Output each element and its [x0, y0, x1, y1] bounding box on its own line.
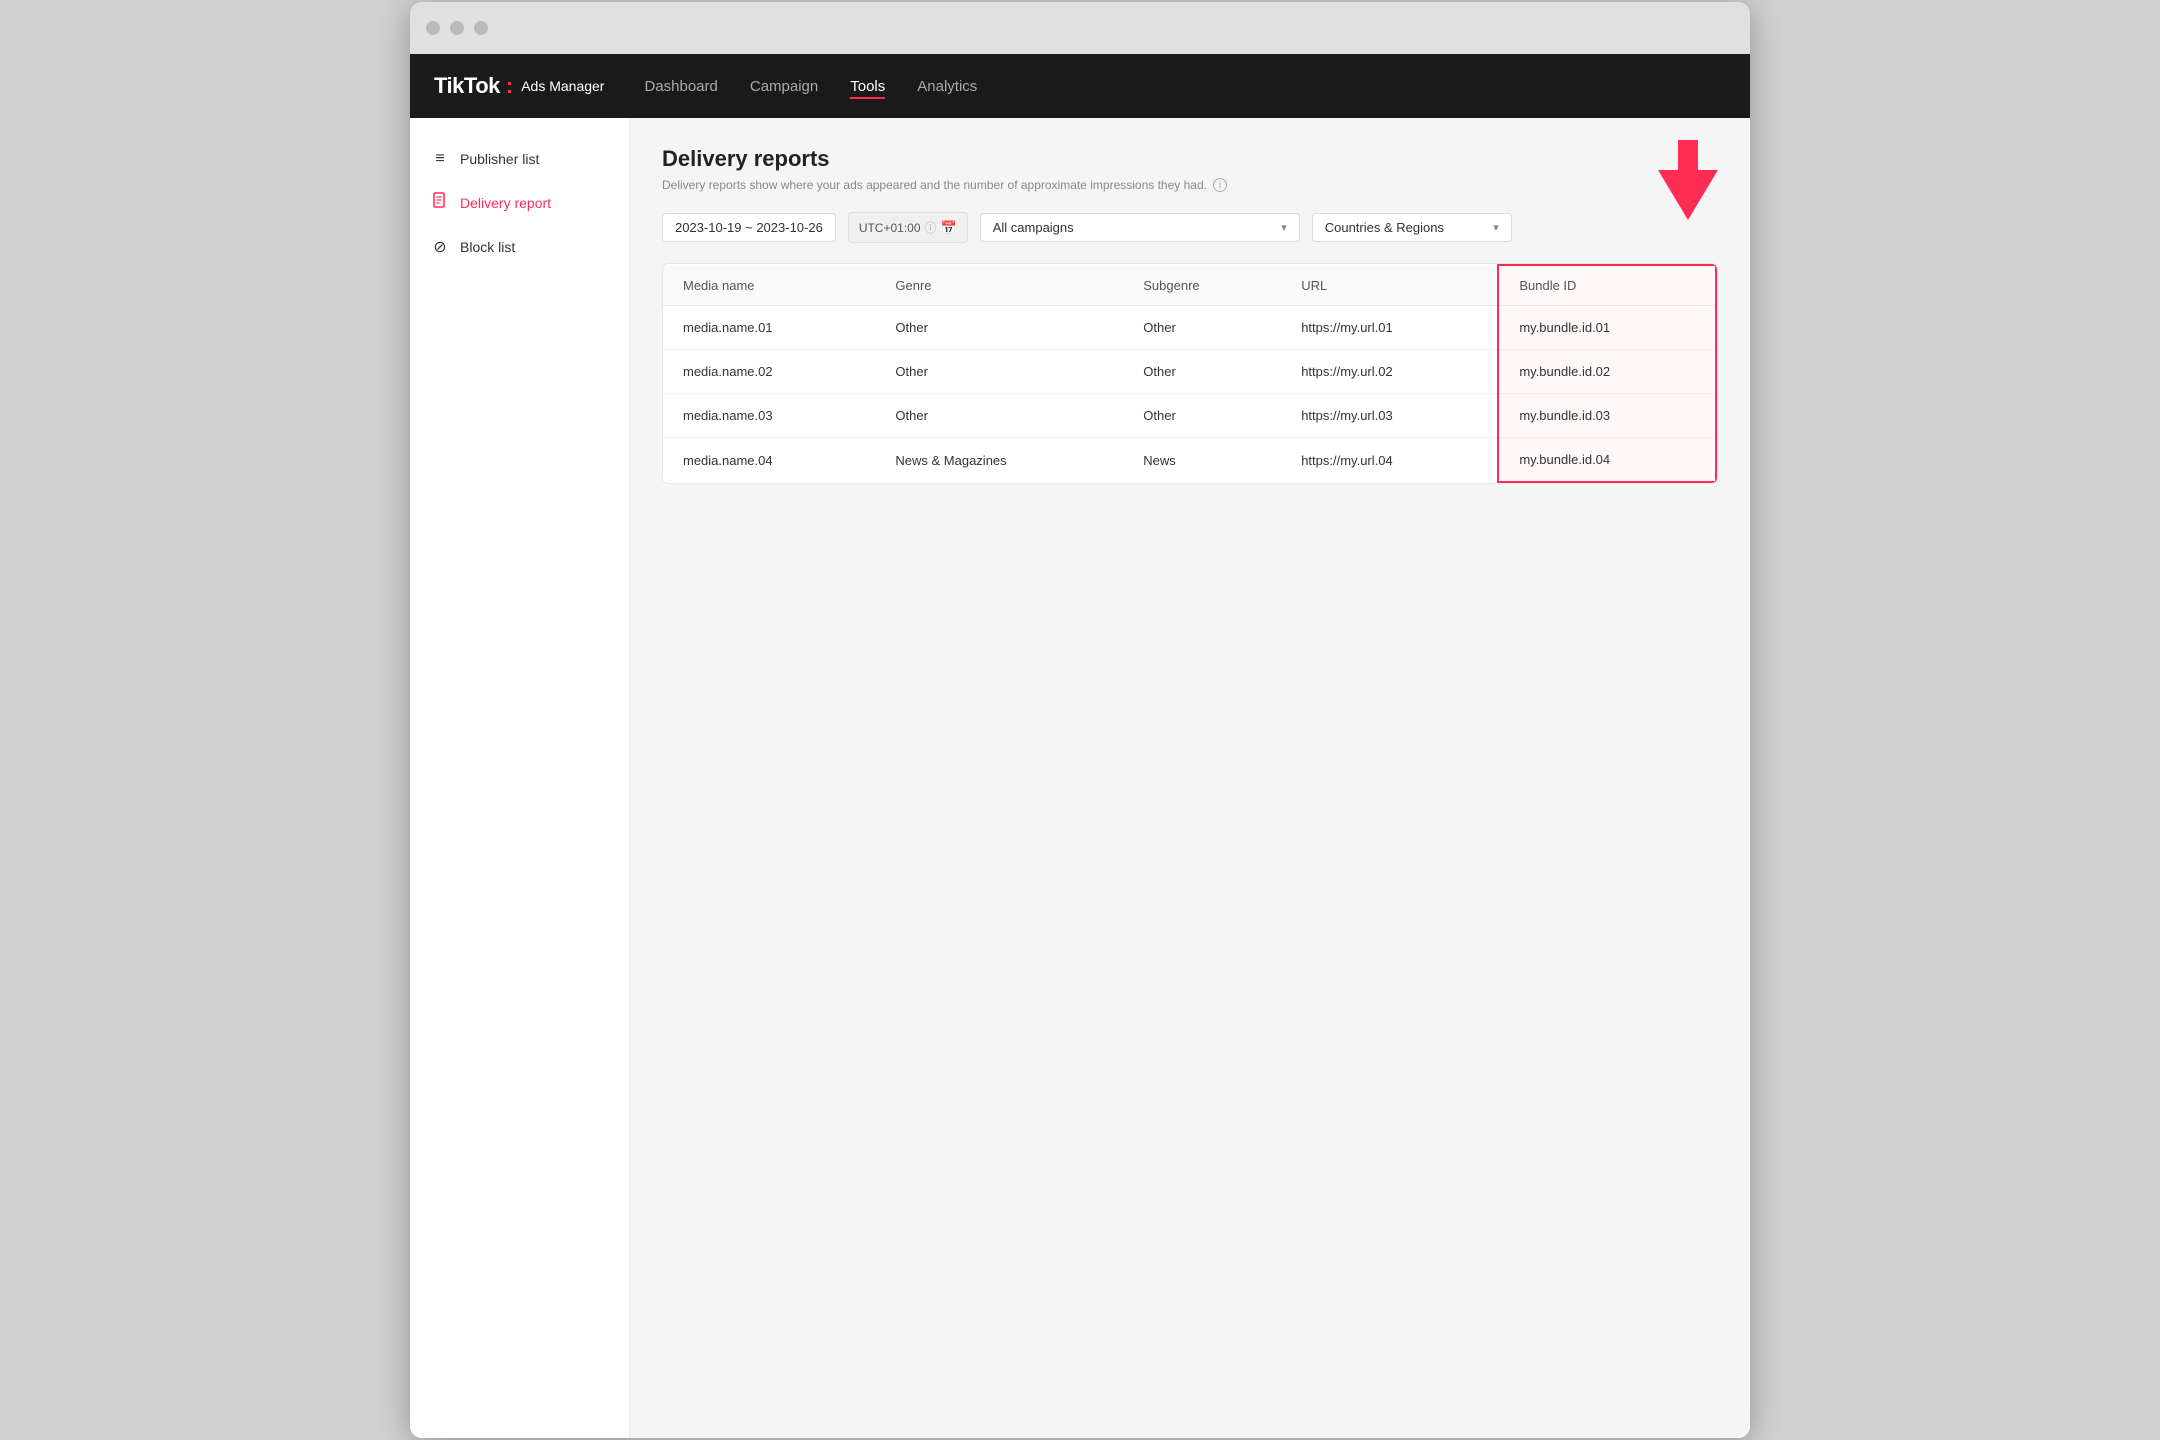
cell-media-name: media.name.03: [663, 394, 875, 438]
cell-url: https://my.url.01: [1281, 306, 1498, 350]
sidebar-label-delivery-report: Delivery report: [460, 195, 551, 211]
date-picker[interactable]: 2023-10-19 ~ 2023-10-26: [662, 213, 836, 242]
block-icon: ⊘: [430, 237, 450, 257]
app-window: TikTok : Ads Manager Dashboard Campaign …: [410, 2, 1750, 1438]
cell-subgenre: Other: [1123, 306, 1281, 350]
nav-campaign[interactable]: Campaign: [750, 74, 818, 99]
info-icon: i: [1213, 178, 1227, 192]
cell-subgenre: News: [1123, 438, 1281, 483]
logo-subtitle: Ads Manager: [521, 78, 604, 94]
col-header-url: URL: [1281, 265, 1498, 306]
main-layout: ≡ Publisher list Delivery report ⊘ Block…: [410, 118, 1750, 1438]
info-circle-icon: ⓘ: [925, 219, 937, 236]
cell-media-name: media.name.01: [663, 306, 875, 350]
sidebar: ≡ Publisher list Delivery report ⊘ Block…: [410, 118, 630, 1438]
content-area: Delivery reports Delivery reports show w…: [630, 118, 1750, 1438]
regions-dropdown[interactable]: Countries & Regions ▾: [1312, 213, 1512, 242]
nav-bar: TikTok : Ads Manager Dashboard Campaign …: [410, 54, 1750, 118]
calendar-icon: 📅: [941, 220, 957, 236]
cell-bundle-id: my.bundle.id.04: [1498, 438, 1716, 483]
list-icon: ≡: [430, 150, 450, 168]
cell-media-name: media.name.04: [663, 438, 875, 483]
sidebar-label-block-list: Block list: [460, 239, 515, 255]
traffic-light-minimize[interactable]: [450, 21, 464, 35]
table-row: media.name.02 Other Other https://my.url…: [663, 350, 1716, 394]
regions-label: Countries & Regions: [1325, 220, 1444, 235]
cell-genre: Other: [875, 306, 1123, 350]
traffic-light-maximize[interactable]: [474, 21, 488, 35]
cell-bundle-id: my.bundle.id.02: [1498, 350, 1716, 394]
sidebar-item-delivery-report[interactable]: Delivery report: [410, 180, 629, 225]
chevron-down-icon: ▾: [1281, 221, 1287, 234]
arrow-annotation: [1658, 142, 1718, 220]
col-header-bundle-id: Bundle ID: [1498, 265, 1716, 306]
cell-url: https://my.url.03: [1281, 394, 1498, 438]
cell-media-name: media.name.02: [663, 350, 875, 394]
cell-url: https://my.url.04: [1281, 438, 1498, 483]
nav-dashboard[interactable]: Dashboard: [644, 74, 717, 99]
cell-genre: Other: [875, 350, 1123, 394]
campaigns-dropdown[interactable]: All campaigns ▾: [980, 213, 1300, 242]
page-description: Delivery reports show where your ads app…: [662, 178, 1718, 192]
delivery-reports-table: Media name Genre Subgenre URL Bundle ID …: [662, 263, 1718, 484]
logo-tiktok: TikTok: [434, 73, 500, 99]
cell-subgenre: Other: [1123, 350, 1281, 394]
cell-bundle-id: my.bundle.id.01: [1498, 306, 1716, 350]
table-row: media.name.04 News & Magazines News http…: [663, 438, 1716, 483]
page-title: Delivery reports: [662, 146, 1718, 172]
cell-genre: Other: [875, 394, 1123, 438]
arrow-down: [1658, 170, 1718, 220]
date-range-text: 2023-10-19 ~ 2023-10-26: [675, 220, 823, 235]
nav-analytics[interactable]: Analytics: [917, 74, 977, 99]
nav-tools[interactable]: Tools: [850, 74, 885, 99]
nav-items: Dashboard Campaign Tools Analytics: [644, 74, 977, 99]
logo-colon: :: [506, 73, 513, 99]
title-bar: [410, 2, 1750, 54]
filters-row: 2023-10-19 ~ 2023-10-26 UTC+01:00 ⓘ 📅 Al…: [662, 212, 1718, 243]
sidebar-item-block-list[interactable]: ⊘ Block list: [410, 225, 629, 269]
report-icon: [430, 192, 450, 213]
table-row: media.name.03 Other Other https://my.url…: [663, 394, 1716, 438]
sidebar-item-publisher-list[interactable]: ≡ Publisher list: [410, 138, 629, 180]
table-row: media.name.01 Other Other https://my.url…: [663, 306, 1716, 350]
timezone-badge[interactable]: UTC+01:00 ⓘ 📅: [848, 212, 968, 243]
col-header-subgenre: Subgenre: [1123, 265, 1281, 306]
col-header-media-name: Media name: [663, 265, 875, 306]
timezone-text: UTC+01:00: [859, 221, 921, 235]
logo: TikTok : Ads Manager: [434, 73, 604, 99]
chevron-down-icon-regions: ▾: [1493, 221, 1499, 234]
sidebar-label-publisher-list: Publisher list: [460, 151, 539, 167]
arrow-shaft: [1678, 140, 1698, 170]
cell-bundle-id: my.bundle.id.03: [1498, 394, 1716, 438]
col-header-genre: Genre: [875, 265, 1123, 306]
cell-subgenre: Other: [1123, 394, 1281, 438]
cell-url: https://my.url.02: [1281, 350, 1498, 394]
traffic-light-close[interactable]: [426, 21, 440, 35]
cell-genre: News & Magazines: [875, 438, 1123, 483]
campaigns-label: All campaigns: [993, 220, 1074, 235]
